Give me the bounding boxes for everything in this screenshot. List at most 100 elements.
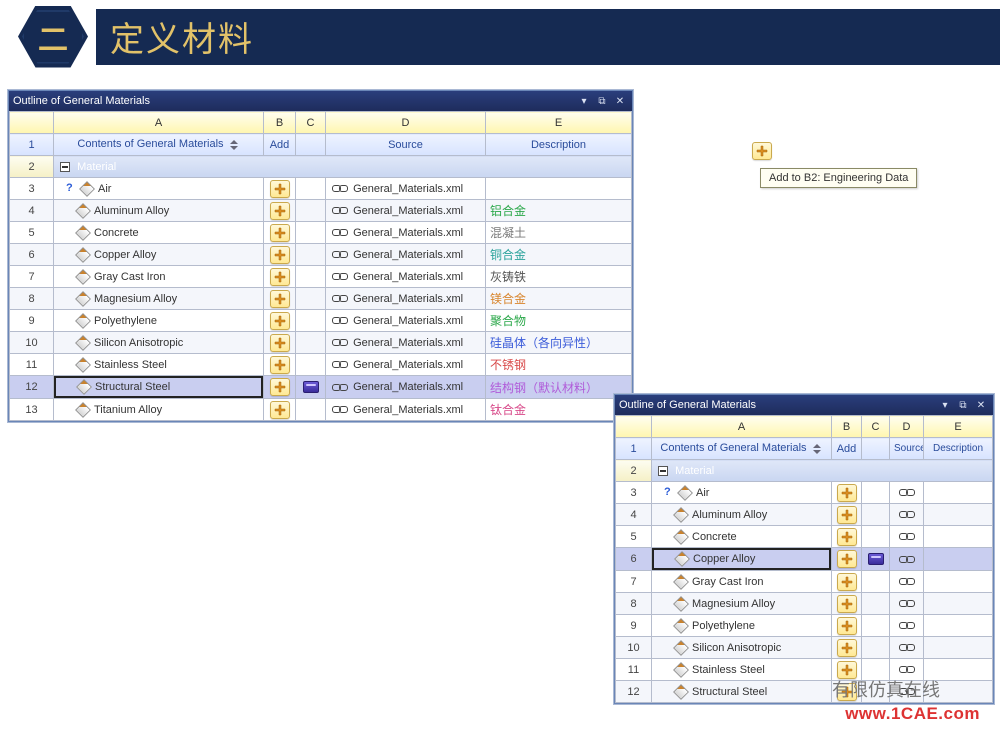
add-cell[interactable] bbox=[832, 659, 862, 681]
add-button[interactable] bbox=[837, 617, 857, 635]
source-cell[interactable]: General_Materials.xml bbox=[326, 244, 486, 266]
panel-titlebar[interactable]: Outline of General Materials ▾ ⧉ ✕ bbox=[615, 395, 993, 415]
row-number[interactable]: 9 bbox=[616, 615, 652, 637]
description-cell[interactable] bbox=[924, 615, 993, 637]
source-cell[interactable] bbox=[890, 571, 924, 593]
source-cell[interactable] bbox=[890, 637, 924, 659]
header-source[interactable]: Source bbox=[890, 438, 924, 460]
add-cell[interactable] bbox=[832, 637, 862, 659]
table-row[interactable]: 3?Air General_Materials.xml bbox=[10, 178, 632, 200]
add-cell[interactable] bbox=[832, 526, 862, 548]
book-cell[interactable] bbox=[296, 222, 326, 244]
description-cell[interactable]: 聚合物 bbox=[486, 310, 632, 332]
material-name-cell[interactable]: Magnesium Alloy bbox=[54, 288, 264, 310]
book-cell[interactable] bbox=[296, 266, 326, 288]
row-number[interactable]: 5 bbox=[10, 222, 54, 244]
material-name-cell[interactable]: Copper Alloy bbox=[54, 244, 264, 266]
book-cell[interactable] bbox=[296, 288, 326, 310]
add-button[interactable] bbox=[270, 356, 290, 374]
book-cell[interactable] bbox=[296, 376, 326, 399]
add-button[interactable] bbox=[837, 639, 857, 657]
add-button[interactable] bbox=[837, 506, 857, 524]
sort-icon[interactable] bbox=[228, 139, 240, 151]
description-cell[interactable] bbox=[924, 526, 993, 548]
material-name-cell[interactable]: Aluminum Alloy bbox=[54, 200, 264, 222]
add-button[interactable] bbox=[837, 528, 857, 546]
material-name-cell[interactable]: Gray Cast Iron bbox=[652, 571, 832, 593]
table-row[interactable]: 7Gray Cast Iron bbox=[616, 571, 993, 593]
row-number[interactable]: 6 bbox=[616, 548, 652, 571]
book-cell[interactable] bbox=[862, 615, 890, 637]
add-cell[interactable] bbox=[832, 482, 862, 504]
close-icon[interactable]: ✕ bbox=[973, 398, 989, 412]
group-row-material[interactable]: 2 Material bbox=[10, 156, 632, 178]
header-description[interactable]: Description bbox=[924, 438, 993, 460]
table-row[interactable]: 5Concrete General_Materials.xml混凝土 bbox=[10, 222, 632, 244]
header-description[interactable]: Description bbox=[486, 134, 632, 156]
book-cell[interactable] bbox=[862, 526, 890, 548]
add-cell[interactable] bbox=[264, 376, 296, 399]
add-cell[interactable] bbox=[832, 504, 862, 526]
add-button[interactable] bbox=[837, 683, 857, 701]
row-number[interactable]: 10 bbox=[616, 637, 652, 659]
book-cell[interactable] bbox=[296, 310, 326, 332]
source-cell[interactable]: General_Materials.xml bbox=[326, 200, 486, 222]
header-contents[interactable]: Contents of General Materials bbox=[54, 134, 264, 156]
book-cell[interactable] bbox=[862, 593, 890, 615]
col-E[interactable]: E bbox=[486, 112, 632, 134]
description-cell[interactable]: 铜合金 bbox=[486, 244, 632, 266]
source-cell[interactable] bbox=[890, 659, 924, 681]
add-cell[interactable] bbox=[264, 266, 296, 288]
add-button[interactable] bbox=[837, 550, 857, 568]
row-number[interactable]: 11 bbox=[616, 659, 652, 681]
book-cell[interactable] bbox=[296, 332, 326, 354]
source-cell[interactable] bbox=[890, 615, 924, 637]
close-icon[interactable]: ✕ bbox=[612, 94, 628, 108]
col-A[interactable]: A bbox=[652, 416, 832, 438]
table-row[interactable]: 9Polyethylene General_Materials.xml聚合物 bbox=[10, 310, 632, 332]
add-cell[interactable] bbox=[264, 288, 296, 310]
add-button[interactable] bbox=[837, 595, 857, 613]
table-row[interactable]: 5Concrete bbox=[616, 526, 993, 548]
add-cell[interactable] bbox=[264, 354, 296, 376]
material-name-cell[interactable]: Silicon Anisotropic bbox=[652, 637, 832, 659]
description-cell[interactable]: 结构钢（默认材料） bbox=[486, 376, 632, 399]
sort-icon[interactable] bbox=[811, 443, 823, 455]
material-name-cell[interactable]: Gray Cast Iron bbox=[54, 266, 264, 288]
row-number[interactable]: 3 bbox=[616, 482, 652, 504]
add-button[interactable] bbox=[270, 290, 290, 308]
book-cell[interactable] bbox=[862, 659, 890, 681]
add-cell[interactable] bbox=[832, 593, 862, 615]
add-button[interactable] bbox=[270, 312, 290, 330]
add-cell[interactable] bbox=[832, 615, 862, 637]
row-number[interactable]: 11 bbox=[10, 354, 54, 376]
add-cell[interactable] bbox=[264, 310, 296, 332]
row-number[interactable]: 10 bbox=[10, 332, 54, 354]
col-B[interactable]: B bbox=[264, 112, 296, 134]
header-c[interactable] bbox=[296, 134, 326, 156]
row-number[interactable]: 7 bbox=[616, 571, 652, 593]
material-name-cell[interactable]: ?Air bbox=[652, 482, 832, 504]
source-cell[interactable]: General_Materials.xml bbox=[326, 222, 486, 244]
table-row[interactable]: 6Copper Alloy General_Materials.xml铜合金 bbox=[10, 244, 632, 266]
materials-grid-small[interactable]: A B C D E 1 Contents of General Material… bbox=[615, 415, 993, 703]
description-cell[interactable] bbox=[924, 659, 993, 681]
add-button[interactable] bbox=[270, 202, 290, 220]
source-cell[interactable] bbox=[890, 593, 924, 615]
table-row[interactable]: 11Stainless Steel General_Materials.xml不… bbox=[10, 354, 632, 376]
header-source[interactable]: Source bbox=[326, 134, 486, 156]
col-D[interactable]: D bbox=[890, 416, 924, 438]
source-cell[interactable]: General_Materials.xml bbox=[326, 178, 486, 200]
add-cell[interactable] bbox=[264, 332, 296, 354]
description-cell[interactable] bbox=[924, 637, 993, 659]
table-row[interactable]: 11Stainless Steel bbox=[616, 659, 993, 681]
table-row[interactable]: 3?Air bbox=[616, 482, 993, 504]
row-number[interactable]: 3 bbox=[10, 178, 54, 200]
table-row[interactable]: 12Structural Steel General_Materials.xml… bbox=[10, 376, 632, 399]
description-cell[interactable] bbox=[924, 482, 993, 504]
add-button[interactable] bbox=[837, 484, 857, 502]
col-D[interactable]: D bbox=[326, 112, 486, 134]
description-cell[interactable]: 镁合金 bbox=[486, 288, 632, 310]
add-button[interactable] bbox=[270, 401, 290, 419]
add-button[interactable] bbox=[270, 378, 290, 396]
